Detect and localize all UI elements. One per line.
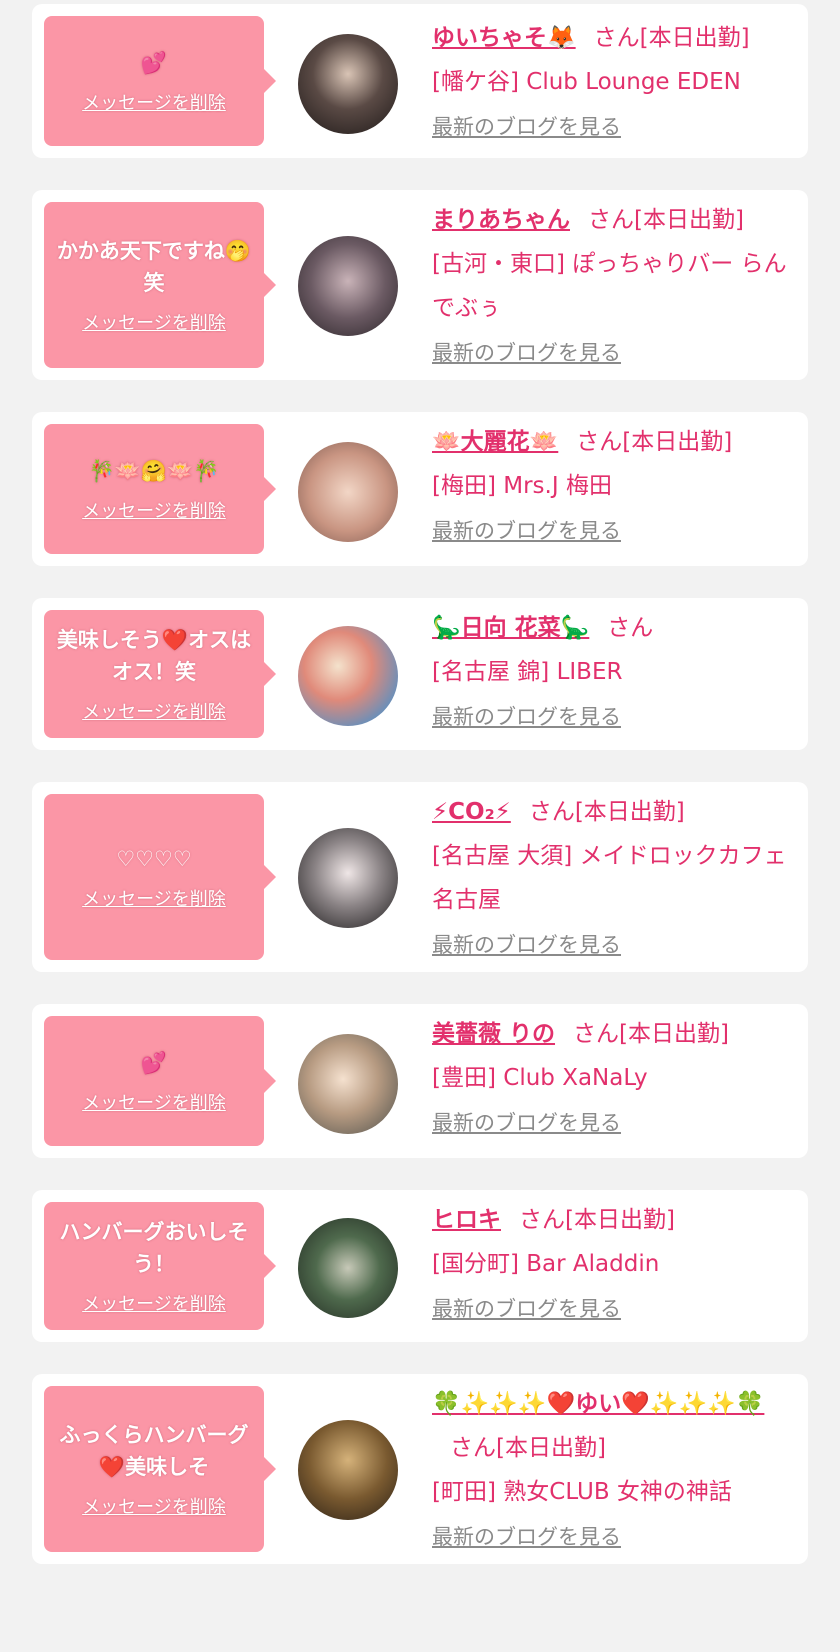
cast-heading: 🦕日向 花菜🦕 さん <box>432 606 794 650</box>
message-bubble: ふっくらハンバーグ❤️美味しそメッセージを削除 <box>44 1386 276 1552</box>
message-bubble: ♡♡♡♡ メッセージを削除 <box>44 794 276 960</box>
latest-blog-link[interactable]: 最新のブログを見る <box>432 112 621 142</box>
message-card: 💕 メッセージを削除 ゆいちゃそ🦊 さん[本日出勤] [幡ケ谷] Club Lounge… <box>32 4 808 158</box>
shop-name: [国分町] Bar Aladdin <box>432 1251 660 1277</box>
cast-heading: ⚡CO₂⚡ さん[本日出勤] <box>432 790 794 834</box>
cast-heading: ゆいちゃそ🦊 さん[本日出勤] <box>432 16 794 60</box>
cast-heading: ヒロキ さん[本日出勤] <box>432 1198 794 1242</box>
cast-info: まりあちゃん さん[本日出勤] [古河・東口] ぽっちゃりバー らんでぶぅ最新のブロ… <box>432 198 794 368</box>
avatar[interactable] <box>298 626 398 726</box>
message-text: ふっくらハンバーグ❤️美味しそ <box>59 1423 249 1479</box>
message-text: ハンバーグおいしそう！ <box>59 1220 249 1276</box>
cast-name-link[interactable]: 🦕日向 花菜🦕 <box>432 615 589 641</box>
delete-message-link[interactable]: メッセージを削除 <box>82 1493 226 1519</box>
cast-info: 🦕日向 花菜🦕 さん [名古屋 錦] LIBER 最新のブログを見る <box>432 606 794 732</box>
latest-blog-link[interactable]: 最新のブログを見る <box>432 516 621 546</box>
cast-name-link[interactable]: 🪷大麗花🪷 <box>432 429 558 455</box>
cast-status: さん[本日出勤] <box>528 799 685 825</box>
avatar[interactable] <box>298 236 398 336</box>
cast-heading: まりあちゃん さん[本日出勤] <box>432 198 794 242</box>
avatar[interactable] <box>298 34 398 134</box>
message-bubble: かかあ天下ですね🤭笑メッセージを削除 <box>44 202 276 368</box>
cast-status: さん[本日出勤] <box>593 25 750 51</box>
cast-status: さん[本日出勤] <box>573 1021 729 1047</box>
cast-heading: 🪷大麗花🪷 さん[本日出勤] <box>432 420 794 464</box>
cast-name-link[interactable]: 🍀✨✨✨❤️ゆい❤️✨✨✨🍀 <box>432 1391 764 1417</box>
cast-status: さん[本日出勤] <box>588 207 744 233</box>
cast-info: 美薔薇 りの さん[本日出勤] [豊田] Club XaNaLy 最新のブログを見る <box>432 1012 794 1138</box>
cast-status: さん[本日出勤] <box>450 1435 606 1461</box>
message-text: ♡♡♡♡ <box>116 847 192 871</box>
delete-message-link[interactable]: メッセージを削除 <box>82 89 226 115</box>
message-text: 💕 <box>140 1051 168 1075</box>
avatar[interactable] <box>298 442 398 542</box>
cast-info: ⚡CO₂⚡ さん[本日出勤] [名古屋 大須] メイドロックカフェ名古屋最新のブログ… <box>432 790 794 960</box>
latest-blog-link[interactable]: 最新のブログを見る <box>432 338 621 368</box>
avatar[interactable] <box>298 1420 398 1520</box>
message-bubble: 💕 メッセージを削除 <box>44 16 276 146</box>
avatar[interactable] <box>298 1034 398 1134</box>
latest-blog-link[interactable]: 最新のブログを見る <box>432 930 621 960</box>
message-card: ふっくらハンバーグ❤️美味しそメッセージを削除 🍀✨✨✨❤️ゆい❤️✨✨✨🍀 さん[… <box>32 1374 808 1564</box>
delete-message-link[interactable]: メッセージを削除 <box>82 885 226 911</box>
shop-name: [幡ケ谷] Club Lounge EDEN <box>432 69 741 95</box>
cast-name-link[interactable]: ⚡CO₂⚡ <box>432 799 511 825</box>
message-card: ♡♡♡♡ メッセージを削除 ⚡CO₂⚡ さん[本日出勤] [名古屋 大須] メイドロック… <box>32 782 808 972</box>
latest-blog-link[interactable]: 最新のブログを見る <box>432 1294 621 1324</box>
shop-name: [名古屋 錦] LIBER <box>432 659 623 685</box>
message-bubble: 🎋🪷🤗🪷🎋 メッセージを削除 <box>44 424 276 554</box>
message-bubble: 美味しそう❤️オスはオス！笑メッセージを削除 <box>44 610 276 738</box>
cast-name-link[interactable]: ヒロキ <box>432 1207 501 1233</box>
cast-info: 🪷大麗花🪷 さん[本日出勤] [梅田] Mrs.J 梅田最新のブログを見る <box>432 420 794 546</box>
delete-message-link[interactable]: メッセージを削除 <box>82 1290 226 1316</box>
message-bubble: ハンバーグおいしそう！ メッセージを削除 <box>44 1202 276 1330</box>
shop-name: [町田] 熟女CLUB 女神の神話 <box>432 1479 732 1505</box>
message-card: 💕 メッセージを削除 美薔薇 りの さん[本日出勤] [豊田] Club XaNaLy 最… <box>32 1004 808 1158</box>
delete-message-link[interactable]: メッセージを削除 <box>82 698 226 724</box>
latest-blog-link[interactable]: 最新のブログを見る <box>432 1108 621 1138</box>
shop-name: [古河・東口] ぽっちゃりバー らんでぶぅ <box>432 251 787 321</box>
message-text: 💕 <box>140 51 168 75</box>
message-text: 美味しそう❤️オスはオス！笑 <box>56 628 252 684</box>
cast-status: さん[本日出勤] <box>576 429 733 455</box>
message-text: 🎋🪷🤗🪷🎋 <box>88 459 220 483</box>
delete-message-link[interactable]: メッセージを削除 <box>82 1089 226 1115</box>
latest-blog-link[interactable]: 最新のブログを見る <box>432 702 621 732</box>
cast-name-link[interactable]: 美薔薇 りの <box>432 1021 555 1047</box>
cast-info: ヒロキ さん[本日出勤] [国分町] Bar Aladdin 最新のブログを見る <box>432 1198 794 1324</box>
cast-status: さん <box>607 615 654 641</box>
cast-info: ゆいちゃそ🦊 さん[本日出勤] [幡ケ谷] Club Lounge EDEN 最新のブ… <box>432 16 794 142</box>
message-card: ハンバーグおいしそう！ メッセージを削除 ヒロキ さん[本日出勤] [国分町] Bar … <box>32 1190 808 1342</box>
cast-heading: 🍀✨✨✨❤️ゆい❤️✨✨✨🍀 さん[本日出勤] <box>432 1382 794 1470</box>
cast-info: 🍀✨✨✨❤️ゆい❤️✨✨✨🍀 さん[本日出勤] [町田] 熟女CLUB 女神の神話最… <box>432 1382 794 1552</box>
message-text: かかあ天下ですね🤭笑 <box>56 239 252 295</box>
message-bubble: 💕 メッセージを削除 <box>44 1016 276 1146</box>
cast-name-link[interactable]: まりあちゃん <box>432 207 570 233</box>
avatar[interactable] <box>298 1218 398 1318</box>
message-card: 🎋🪷🤗🪷🎋 メッセージを削除 🪷大麗花🪷 さん[本日出勤] [梅田] Mrs.J 梅田最… <box>32 412 808 566</box>
delete-message-link[interactable]: メッセージを削除 <box>82 309 226 335</box>
avatar[interactable] <box>298 828 398 928</box>
cast-status: さん[本日出勤] <box>519 1207 675 1233</box>
cast-name-link[interactable]: ゆいちゃそ🦊 <box>432 25 576 51</box>
shop-name: [梅田] Mrs.J 梅田 <box>432 473 612 499</box>
message-card: かかあ天下ですね🤭笑メッセージを削除 まりあちゃん さん[本日出勤] [古河・東口] … <box>32 190 808 380</box>
shop-name: [豊田] Club XaNaLy <box>432 1065 648 1091</box>
latest-blog-link[interactable]: 最新のブログを見る <box>432 1522 621 1552</box>
cast-heading: 美薔薇 りの さん[本日出勤] <box>432 1012 794 1056</box>
delete-message-link[interactable]: メッセージを削除 <box>82 497 226 523</box>
shop-name: [名古屋 大須] メイドロックカフェ名古屋 <box>432 843 787 913</box>
message-card: 美味しそう❤️オスはオス！笑メッセージを削除 🦕日向 花菜🦕 さん [名古屋 錦] L… <box>32 598 808 750</box>
